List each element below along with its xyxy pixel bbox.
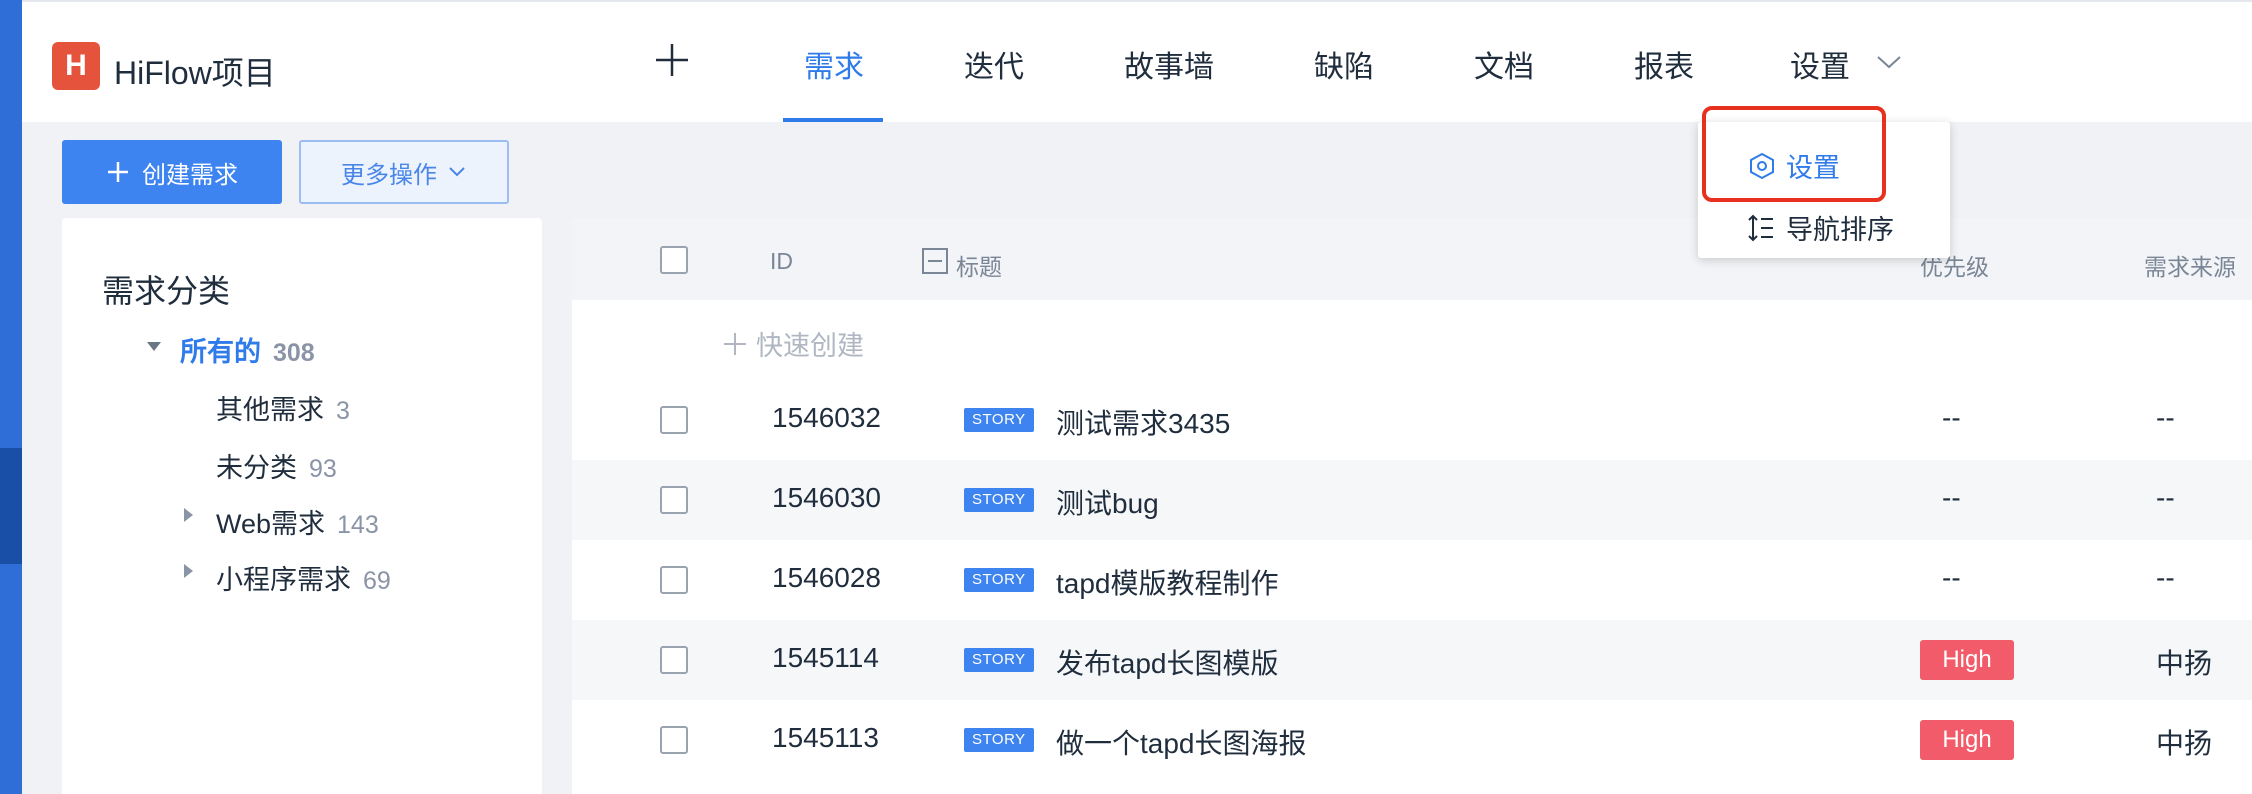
row-id: 1545114 bbox=[772, 642, 879, 673]
row-priority[interactable]: -- bbox=[1942, 482, 1961, 514]
sidebar-item-label: 其他需求 bbox=[216, 395, 324, 425]
add-nav-icon[interactable] bbox=[650, 38, 694, 82]
row-priority[interactable]: -- bbox=[1942, 402, 1961, 434]
story-tag: STORY bbox=[964, 728, 1034, 752]
sidebar-item-web[interactable]: Web需求 143 bbox=[216, 502, 379, 541]
highlight-annotation-box bbox=[1702, 106, 1886, 202]
tab-settings[interactable]: 设置 bbox=[1790, 42, 1850, 86]
tab-documents[interactable]: 文档 bbox=[1474, 42, 1534, 86]
menu-item-label: 导航排序 bbox=[1786, 215, 1894, 245]
table-row[interactable]: 1545114 STORY 发布tapd长图模版 High 中扬 bbox=[572, 620, 2252, 700]
row-source[interactable]: -- bbox=[2156, 402, 2175, 434]
row-source[interactable]: 中扬 bbox=[2156, 642, 2212, 682]
chevron-down-icon bbox=[449, 167, 465, 177]
project-logo[interactable]: H bbox=[52, 42, 100, 90]
sidebar-item-label: Web需求 bbox=[216, 509, 326, 539]
tab-story-wall[interactable]: 故事墙 bbox=[1124, 42, 1214, 86]
requirements-table: ID 标题 优先级 需求来源 快速创建 1546032 STORY 测试需求34… bbox=[572, 218, 2252, 794]
tab-requirements[interactable]: 需求 bbox=[804, 42, 864, 86]
story-tag: STORY bbox=[964, 488, 1034, 512]
priority-badge[interactable]: High bbox=[1920, 640, 2014, 680]
plus-icon bbox=[108, 162, 128, 182]
row-checkbox[interactable] bbox=[660, 406, 688, 434]
sidebar-item-count: 143 bbox=[337, 511, 379, 539]
more-actions-label: 更多操作 bbox=[341, 161, 437, 189]
project-name[interactable]: HiFlow项目 bbox=[114, 48, 276, 94]
caret-right-icon[interactable] bbox=[184, 564, 193, 578]
row-id: 1546028 bbox=[772, 562, 882, 593]
left-rail bbox=[0, 0, 22, 794]
row-checkbox[interactable] bbox=[660, 566, 688, 594]
sidebar-item-other[interactable]: 其他需求 3 bbox=[216, 388, 350, 427]
row-source[interactable]: -- bbox=[2156, 482, 2175, 514]
table-row[interactable]: 1546030 STORY 测试bug -- -- bbox=[572, 460, 2252, 540]
select-all-checkbox[interactable] bbox=[660, 246, 688, 274]
table-header: ID 标题 优先级 需求来源 bbox=[572, 218, 2252, 300]
row-checkbox[interactable] bbox=[660, 646, 688, 674]
row-id: 1545113 bbox=[772, 722, 879, 753]
table-row[interactable]: 1546028 STORY tapd模版教程制作 -- -- bbox=[572, 540, 2252, 620]
sidebar-item-miniprogram[interactable]: 小程序需求 69 bbox=[216, 558, 391, 597]
row-checkbox[interactable] bbox=[660, 486, 688, 514]
column-header-source[interactable]: 需求来源 bbox=[2144, 248, 2236, 282]
row-title-link[interactable]: tapd模版教程制作 bbox=[1056, 562, 1279, 602]
table-row[interactable]: 1545113 STORY 做一个tapd长图海报 High 中扬 bbox=[572, 700, 2252, 780]
caret-down-icon[interactable] bbox=[147, 342, 161, 351]
row-title-link[interactable]: 测试需求3435 bbox=[1056, 402, 1230, 442]
row-title-link[interactable]: 发布tapd长图模版 bbox=[1056, 642, 1279, 682]
sidebar-item-count: 69 bbox=[363, 567, 391, 595]
quick-create-label: 快速创建 bbox=[756, 331, 864, 361]
more-actions-button[interactable]: 更多操作 bbox=[299, 140, 509, 204]
collapse-all-icon[interactable] bbox=[922, 248, 948, 274]
top-navbar: H HiFlow项目 需求 迭代 故事墙 缺陷 文档 报表 设置 bbox=[22, 0, 2252, 122]
plus-icon bbox=[724, 332, 746, 355]
quick-create-button[interactable]: 快速创建 bbox=[722, 324, 864, 363]
menu-item-nav-sort[interactable]: 导航排序 bbox=[1746, 208, 1894, 247]
sidebar-item-label: 未分类 bbox=[216, 453, 297, 483]
sidebar-item-count: 3 bbox=[336, 397, 350, 425]
sidebar-item-count: 93 bbox=[309, 455, 337, 483]
story-tag: STORY bbox=[964, 568, 1034, 592]
row-title-link[interactable]: 做一个tapd长图海报 bbox=[1056, 722, 1307, 762]
priority-badge[interactable]: High bbox=[1920, 720, 2014, 760]
chevron-down-icon[interactable] bbox=[1874, 52, 1904, 72]
column-header-title[interactable]: 标题 bbox=[956, 248, 1002, 282]
sidebar-item-all[interactable]: 所有的 308 bbox=[180, 330, 315, 369]
tab-iterations[interactable]: 迭代 bbox=[964, 42, 1024, 86]
row-checkbox[interactable] bbox=[660, 726, 688, 754]
row-id: 1546030 bbox=[772, 482, 882, 513]
active-tab-indicator bbox=[783, 118, 883, 122]
sidebar-item-label: 小程序需求 bbox=[216, 565, 351, 595]
row-id: 1546032 bbox=[772, 402, 882, 433]
table-row[interactable]: 1546032 STORY 测试需求3435 -- -- bbox=[572, 380, 2252, 460]
create-requirement-button[interactable]: 创建需求 bbox=[62, 140, 282, 204]
sidebar-item-count: 308 bbox=[273, 339, 315, 367]
left-rail-active-segment[interactable] bbox=[0, 448, 22, 564]
tab-defects[interactable]: 缺陷 bbox=[1314, 42, 1374, 86]
row-title-link[interactable]: 测试bug bbox=[1056, 482, 1159, 522]
column-header-id[interactable]: ID bbox=[770, 248, 793, 275]
row-priority[interactable]: -- bbox=[1942, 562, 1961, 594]
create-requirement-label: 创建需求 bbox=[142, 161, 238, 189]
sidebar-title: 需求分类 bbox=[102, 273, 231, 309]
row-source[interactable]: 中扬 bbox=[2156, 722, 2212, 762]
category-sidebar: 需求分类 所有的 308 其他需求 3 未分类 93 Web需求 143 小程序需求 69 bbox=[62, 218, 542, 794]
row-source[interactable]: -- bbox=[2156, 562, 2175, 594]
sort-icon bbox=[1748, 214, 1773, 241]
story-tag: STORY bbox=[964, 408, 1034, 432]
caret-right-icon[interactable] bbox=[184, 508, 193, 522]
sidebar-item-uncategorized[interactable]: 未分类 93 bbox=[216, 446, 337, 485]
story-tag: STORY bbox=[964, 648, 1034, 672]
tab-reports[interactable]: 报表 bbox=[1634, 42, 1694, 86]
sidebar-item-label: 所有的 bbox=[180, 337, 261, 367]
